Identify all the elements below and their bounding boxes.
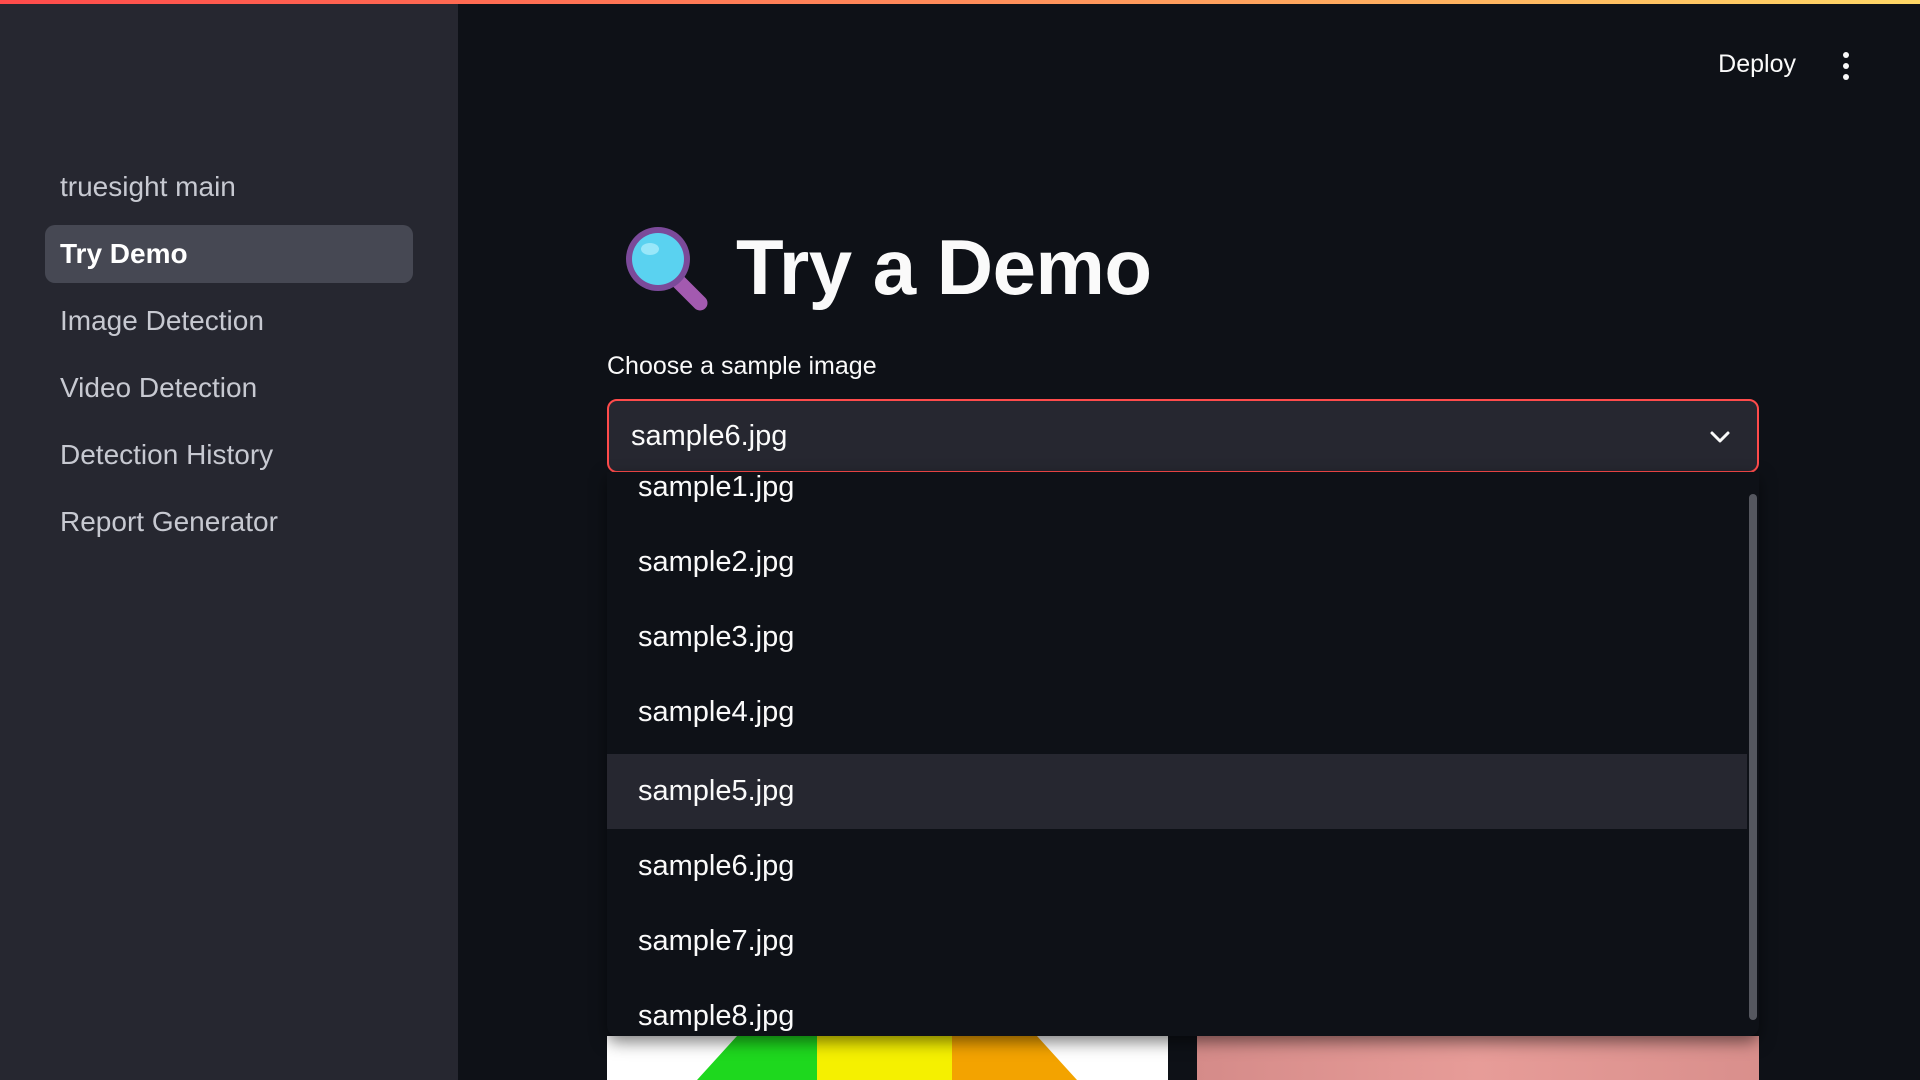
- option-label: sample2.jpg: [638, 546, 795, 578]
- sidebar-item-detection-history[interactable]: Detection History: [45, 426, 413, 484]
- select-label: Choose a sample image: [607, 352, 877, 380]
- dropdown-option[interactable]: sample4.jpg: [607, 675, 1747, 750]
- sidebar-item-label: Image Detection: [60, 305, 264, 336]
- dropdown-option[interactable]: sample7.jpg: [607, 904, 1747, 979]
- sidebar-item-image-detection[interactable]: Image Detection: [45, 292, 413, 350]
- dropdown-option[interactable]: sample1.jpg: [607, 472, 1747, 525]
- magnifying-glass-icon: [626, 227, 708, 311]
- option-label: sample8.jpg: [638, 1000, 795, 1032]
- sidebar: truesight main Try Demo Image Detection …: [0, 0, 458, 1080]
- option-label: sample6.jpg: [638, 850, 795, 882]
- dropdown-option[interactable]: sample3.jpg: [607, 600, 1747, 675]
- select-value: sample6.jpg: [631, 419, 788, 452]
- select-dropdown-menu: sample1.jpg sample2.jpg sample3.jpg samp…: [607, 472, 1759, 1036]
- sidebar-item-label: Report Generator: [60, 506, 278, 537]
- color-wheel-preview: [697, 1036, 1077, 1080]
- sidebar-item-report-generator[interactable]: Report Generator: [45, 493, 413, 551]
- page-title: Try a Demo: [736, 222, 1152, 311]
- sidebar-item-label: Detection History: [60, 439, 274, 470]
- option-label: sample5.jpg: [638, 775, 795, 807]
- dropdown-option[interactable]: sample2.jpg: [607, 525, 1747, 600]
- option-label: sample7.jpg: [638, 925, 795, 957]
- sample-image-preview-left: [607, 1036, 1168, 1080]
- sidebar-item-label: Try Demo: [60, 238, 188, 269]
- option-label: sample3.jpg: [638, 621, 795, 653]
- vertical-dots-icon[interactable]: [1840, 52, 1852, 84]
- dropdown-option[interactable]: sample8.jpg: [607, 979, 1747, 1036]
- option-label: sample1.jpg: [638, 472, 795, 503]
- sidebar-item-video-detection[interactable]: Video Detection: [45, 359, 413, 417]
- sidebar-item-try-demo[interactable]: Try Demo: [45, 225, 413, 283]
- dropdown-scrollbar[interactable]: [1749, 494, 1757, 1020]
- dropdown-option[interactable]: sample6.jpg: [607, 829, 1747, 904]
- sample-image-preview-right: [1197, 1036, 1759, 1080]
- main-content: Try a Demo Choose a sample image sample6…: [607, 0, 1759, 1080]
- sidebar-item-label: truesight main: [60, 171, 236, 202]
- dropdown-option-highlighted[interactable]: sample5.jpg: [607, 754, 1747, 829]
- sample-image-select[interactable]: sample6.jpg: [607, 399, 1759, 473]
- sidebar-item-label: Video Detection: [60, 372, 258, 403]
- top-accent-bar: [0, 0, 1920, 4]
- sidebar-nav: truesight main Try Demo Image Detection …: [45, 158, 413, 560]
- option-label: sample4.jpg: [638, 696, 795, 728]
- sidebar-item-truesight-main[interactable]: truesight main: [45, 158, 413, 216]
- chevron-down-icon: [1710, 431, 1730, 443]
- page-header: Try a Demo: [622, 222, 1152, 312]
